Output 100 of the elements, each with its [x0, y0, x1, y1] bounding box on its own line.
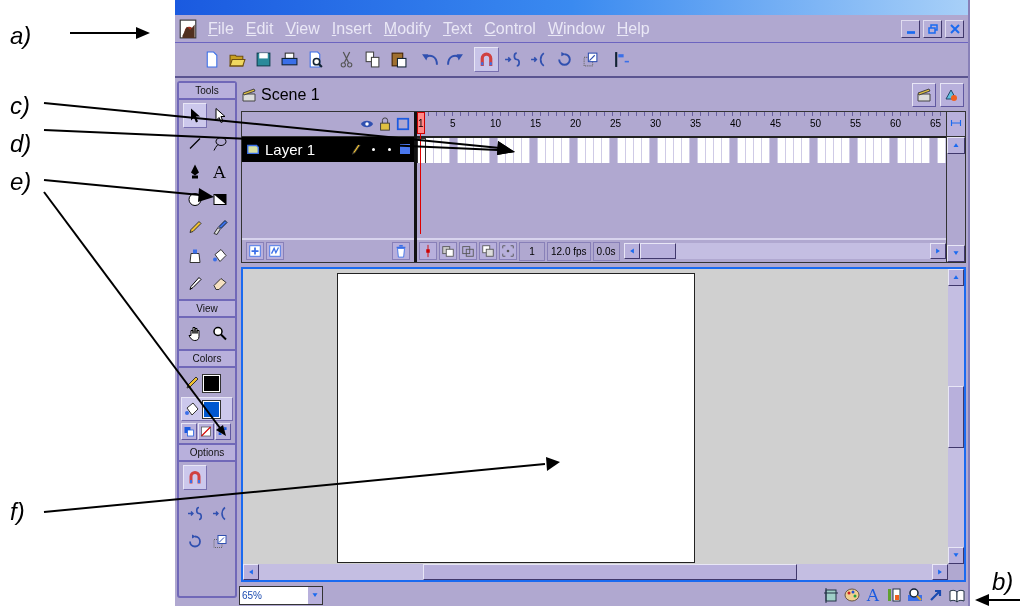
shapes-icon	[944, 87, 960, 104]
frame-number: 25	[610, 117, 622, 129]
clapperboard-icon	[241, 87, 257, 104]
frame-view-button[interactable]	[947, 111, 965, 137]
edit-symbol-button[interactable]	[940, 83, 964, 108]
menu-item[interactable]: Edit	[240, 19, 279, 38]
arrow-tool[interactable]	[182, 103, 207, 128]
dropper-icon	[186, 275, 203, 292]
app-icon	[179, 18, 197, 39]
magnifier-icon	[211, 325, 228, 342]
brush-icon	[211, 219, 228, 236]
info-panel-button[interactable]	[822, 586, 840, 605]
menu-item[interactable]: Window	[542, 19, 610, 38]
clapperboard-icon	[916, 87, 932, 104]
scroll-arrow-button[interactable]	[623, 243, 640, 260]
vertical-scrollbar[interactable]	[948, 269, 964, 565]
insert-layer-button[interactable]	[246, 242, 264, 261]
current-frame: 1	[519, 241, 545, 261]
swap-icon	[217, 425, 229, 438]
guide-layer-icon	[268, 244, 282, 259]
palette-button[interactable]	[843, 586, 861, 605]
layer-icon	[246, 142, 260, 157]
scroll-arrow-button[interactable]	[932, 564, 948, 581]
onion-skin-button[interactable]	[439, 242, 457, 261]
minimize-icon	[906, 31, 915, 34]
scale-icon	[211, 533, 228, 550]
center-frame-button[interactable]	[419, 242, 437, 261]
align-icon	[613, 51, 630, 68]
add-layer-icon	[248, 244, 262, 259]
trash-icon	[394, 244, 408, 259]
menu-item[interactable]: Help	[611, 19, 655, 38]
magnet-button[interactable]	[182, 465, 207, 490]
default-colors-button[interactable]	[181, 423, 197, 440]
panel-title: Options	[179, 443, 235, 462]
frame-number: 60	[890, 117, 902, 129]
lock-dot[interactable]	[388, 147, 391, 151]
outline-icon[interactable]	[396, 116, 410, 131]
character-panel-button[interactable]: A	[864, 586, 882, 605]
frame-number: 5	[450, 117, 456, 129]
palette-icon	[844, 587, 860, 604]
menu-item[interactable]: View	[280, 19, 325, 38]
close-button[interactable]	[945, 19, 964, 38]
outline-color-square[interactable]	[400, 144, 410, 155]
swatches-icon	[886, 587, 902, 604]
ink-bottle-icon	[186, 247, 203, 264]
explorer-icon	[907, 587, 923, 604]
no-color-button[interactable]	[198, 423, 214, 440]
scroll-arrow-button[interactable]	[930, 243, 946, 260]
dropdown-button[interactable]	[308, 586, 322, 604]
frame-number: 30	[650, 117, 662, 129]
magnet-icon	[478, 51, 495, 68]
visibility-dot[interactable]	[372, 147, 375, 151]
page-magnifier-icon	[307, 51, 324, 68]
playhead[interactable]	[417, 111, 425, 134]
edit-scene-button[interactable]	[912, 83, 936, 108]
edit-multiple-frames-button[interactable]	[479, 242, 497, 261]
color-swatch[interactable]	[202, 399, 221, 419]
panel-title: Colors	[179, 349, 235, 368]
markers-icon	[501, 244, 515, 259]
redo-icon	[447, 51, 464, 68]
horizontal-scrollbar[interactable]	[623, 243, 946, 260]
onion-outline-icon	[461, 244, 475, 259]
onion-skin-icon	[441, 244, 455, 259]
hand-icon	[186, 325, 203, 342]
onion-outlines-button[interactable]	[459, 242, 477, 261]
annotation-label: a)	[10, 22, 32, 50]
annotation-label: b)	[992, 568, 1014, 596]
zoom-field[interactable]: 65%	[239, 585, 323, 605]
vertical-scrollbar[interactable]	[946, 111, 965, 263]
minimize-button[interactable]	[901, 19, 920, 38]
scrollbar-thumb[interactable]	[423, 564, 797, 581]
add-guide-layer-button[interactable]	[266, 242, 284, 261]
frame-number: 40	[730, 117, 742, 129]
undo-icon	[421, 51, 438, 68]
menu-item[interactable]: Control	[479, 19, 541, 38]
panel-title: Tools	[179, 83, 235, 100]
pencil-icon	[186, 219, 203, 236]
scroll-arrow-button[interactable]	[947, 245, 965, 263]
close-icon	[948, 22, 961, 35]
horizontal-scrollbar[interactable]	[243, 564, 948, 581]
magnet-button[interactable]	[474, 47, 499, 72]
restore-button[interactable]	[923, 19, 942, 38]
delete-layer-button[interactable]	[392, 242, 410, 261]
onion-markers-button[interactable]	[499, 242, 517, 261]
color-swatch[interactable]	[202, 373, 221, 393]
scrollbar-thumb[interactable]	[948, 385, 964, 448]
scrollbar-thumb[interactable]	[639, 243, 676, 260]
menu-item[interactable]: Modify	[378, 19, 436, 38]
lock-icon[interactable]	[378, 116, 392, 131]
menu-item[interactable]: File	[203, 19, 239, 38]
text-tool[interactable]: A	[207, 159, 232, 184]
scroll-arrow-button[interactable]	[948, 547, 964, 565]
menu-item[interactable]: Text	[437, 19, 478, 38]
layer-name: Layer 1	[265, 140, 316, 158]
scroll-arrow-button[interactable]	[948, 269, 964, 287]
scroll-arrow-button[interactable]	[243, 564, 259, 581]
fill-color-control[interactable]	[181, 397, 233, 421]
swatches-button[interactable]	[885, 586, 903, 605]
smooth-icon	[186, 505, 203, 522]
elapsed-time: 0.0s	[592, 241, 620, 261]
